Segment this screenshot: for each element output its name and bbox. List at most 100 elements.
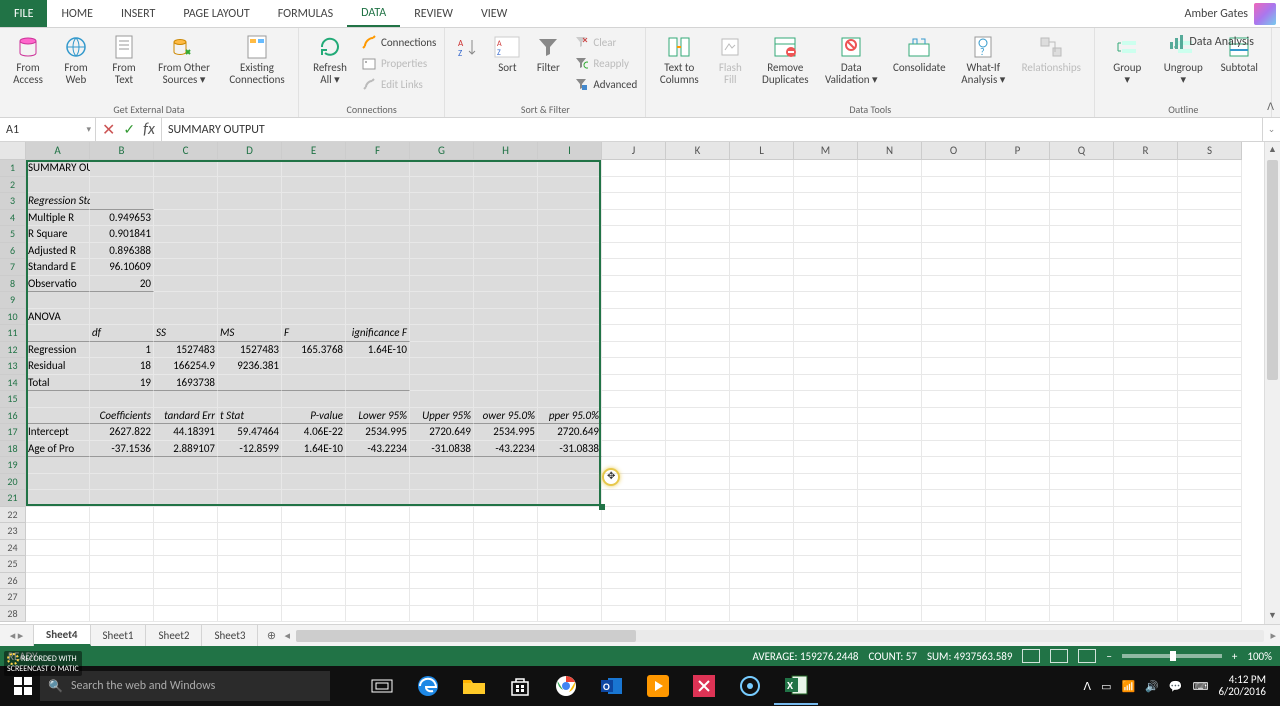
row-header-20[interactable]: 20: [0, 474, 26, 491]
cell-G17[interactable]: 2720.649: [410, 424, 474, 441]
cell-B17[interactable]: 2627.822: [90, 424, 154, 441]
data-analysis-button[interactable]: Data Analysis: [1169, 34, 1254, 50]
cell-S11[interactable]: [1178, 325, 1242, 342]
cell-N4[interactable]: [858, 210, 922, 227]
spreadsheet-grid[interactable]: ABCDEFGHIJKLMNOPQRS 12345678910111213141…: [0, 142, 1280, 624]
from-button[interactable]: From Access: [6, 30, 50, 86]
cell-E18[interactable]: 1.64E-10: [282, 441, 346, 458]
cell-I14[interactable]: [538, 375, 602, 392]
cell-G19[interactable]: [410, 457, 474, 474]
cell-L6[interactable]: [730, 243, 794, 260]
cell-I18[interactable]: -31.0838: [538, 441, 602, 458]
cell-P1[interactable]: [986, 160, 1050, 177]
cell-M13[interactable]: [794, 358, 858, 375]
cell-K12[interactable]: [666, 342, 730, 359]
cell-C16[interactable]: tandard Err: [154, 408, 218, 425]
sheet-nav[interactable]: ◂ ▸: [0, 625, 34, 646]
cell-I13[interactable]: [538, 358, 602, 375]
cell-A1[interactable]: SUMMARY OUTPUT: [26, 160, 90, 177]
cell-L23[interactable]: [730, 523, 794, 540]
cell-O14[interactable]: [922, 375, 986, 392]
cell-O25[interactable]: [922, 556, 986, 573]
name-box[interactable]: A1: [0, 118, 96, 141]
cell-D11[interactable]: MS: [218, 325, 282, 342]
cell-K28[interactable]: [666, 606, 730, 623]
cell-R1[interactable]: [1114, 160, 1178, 177]
ribbon-tab-page-layout[interactable]: PAGE LAYOUT: [169, 0, 263, 27]
cell-E26[interactable]: [282, 573, 346, 590]
cell-H11[interactable]: [474, 325, 538, 342]
cell-D19[interactable]: [218, 457, 282, 474]
cell-R8[interactable]: [1114, 276, 1178, 293]
cell-L16[interactable]: [730, 408, 794, 425]
cell-R28[interactable]: [1114, 606, 1178, 623]
cell-E20[interactable]: [282, 474, 346, 491]
cell-J4[interactable]: [602, 210, 666, 227]
row-header-8[interactable]: 8: [0, 276, 26, 293]
cell-D5[interactable]: [218, 226, 282, 243]
clock[interactable]: 4:12 PM 6/20/2016: [1218, 674, 1266, 698]
fx-icon[interactable]: fx: [143, 120, 155, 139]
cell-Q2[interactable]: [1050, 177, 1114, 194]
cell-R10[interactable]: [1114, 309, 1178, 326]
cell-C22[interactable]: [154, 507, 218, 524]
row-header-27[interactable]: 27: [0, 589, 26, 606]
cell-Q18[interactable]: [1050, 441, 1114, 458]
cell-F7[interactable]: [346, 259, 410, 276]
cell-I11[interactable]: [538, 325, 602, 342]
row-header-26[interactable]: 26: [0, 573, 26, 590]
cell-Q15[interactable]: [1050, 391, 1114, 408]
cell-P12[interactable]: [986, 342, 1050, 359]
cell-R11[interactable]: [1114, 325, 1178, 342]
cell-A13[interactable]: Residual: [26, 358, 90, 375]
battery-icon[interactable]: ▭: [1101, 680, 1111, 693]
row-header-21[interactable]: 21: [0, 490, 26, 507]
cell-Q16[interactable]: [1050, 408, 1114, 425]
cell-F23[interactable]: [346, 523, 410, 540]
row-header-7[interactable]: 7: [0, 259, 26, 276]
cell-C18[interactable]: 2.889107: [154, 441, 218, 458]
cell-M26[interactable]: [794, 573, 858, 590]
from-other-button[interactable]: From Other Sources ▾: [150, 30, 218, 86]
cell-B27[interactable]: [90, 589, 154, 606]
cell-S12[interactable]: [1178, 342, 1242, 359]
sort-az-button[interactable]: AZ: [451, 30, 485, 62]
cell-A11[interactable]: [26, 325, 90, 342]
cell-H23[interactable]: [474, 523, 538, 540]
cell-B1[interactable]: [90, 160, 154, 177]
cell-D8[interactable]: [218, 276, 282, 293]
cell-L21[interactable]: [730, 490, 794, 507]
scroll-left-icon[interactable]: ◂: [284, 629, 290, 642]
cell-F13[interactable]: [346, 358, 410, 375]
cell-Q11[interactable]: [1050, 325, 1114, 342]
cell-F15[interactable]: [346, 391, 410, 408]
cell-E21[interactable]: [282, 490, 346, 507]
cell-L12[interactable]: [730, 342, 794, 359]
cell-N18[interactable]: [858, 441, 922, 458]
col-header-P[interactable]: P: [986, 142, 1050, 160]
cell-F4[interactable]: [346, 210, 410, 227]
cell-A23[interactable]: [26, 523, 90, 540]
cell-L2[interactable]: [730, 177, 794, 194]
cell-K15[interactable]: [666, 391, 730, 408]
cell-S22[interactable]: [1178, 507, 1242, 524]
cell-R23[interactable]: [1114, 523, 1178, 540]
cell-M28[interactable]: [794, 606, 858, 623]
cell-S3[interactable]: [1178, 193, 1242, 210]
cell-I10[interactable]: [538, 309, 602, 326]
cell-P8[interactable]: [986, 276, 1050, 293]
cell-C24[interactable]: [154, 540, 218, 557]
view-normal-icon[interactable]: [1022, 649, 1040, 663]
cell-H15[interactable]: [474, 391, 538, 408]
connections-button[interactable]: Connections: [359, 32, 438, 52]
cell-I21[interactable]: [538, 490, 602, 507]
cell-N9[interactable]: [858, 292, 922, 309]
cell-L22[interactable]: [730, 507, 794, 524]
cell-P17[interactable]: [986, 424, 1050, 441]
row-header-23[interactable]: 23: [0, 523, 26, 540]
cell-S20[interactable]: [1178, 474, 1242, 491]
cell-B6[interactable]: 0.896388: [90, 243, 154, 260]
cell-S28[interactable]: [1178, 606, 1242, 623]
cell-N20[interactable]: [858, 474, 922, 491]
cell-J22[interactable]: [602, 507, 666, 524]
